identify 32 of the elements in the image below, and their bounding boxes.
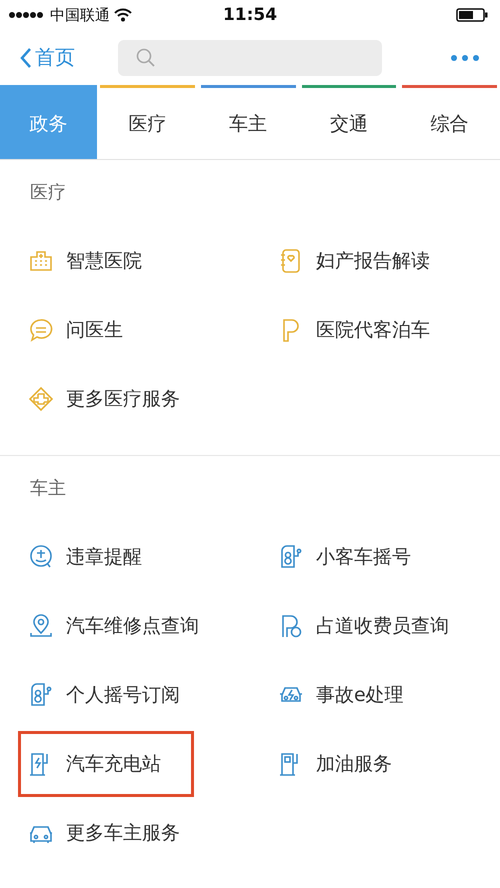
service-item[interactable]: 妇产报告解读 — [250, 226, 500, 295]
carrier-name: 中国联通 — [50, 6, 110, 24]
service-item[interactable]: 占道收费员查询 — [250, 591, 500, 660]
wifi-icon — [114, 8, 132, 22]
service-item[interactable]: 汽车维修点查询 — [0, 591, 250, 660]
section-title: 医疗 — [29, 181, 67, 205]
battery-icon — [456, 8, 488, 22]
service-item[interactable]: 违章提醒 — [0, 522, 250, 591]
back-chevron-icon — [20, 46, 32, 68]
service-item[interactable]: 个人摇号订阅 — [0, 660, 250, 729]
signal-icon — [8, 10, 46, 20]
tab[interactable]: 综合 — [402, 85, 497, 159]
location-pin-icon — [28, 612, 54, 638]
service-item[interactable]: 汽车充电站 — [0, 729, 250, 798]
tab[interactable]: 交通 — [302, 85, 396, 159]
service-item[interactable]: 小客车摇号 — [250, 522, 500, 591]
service-item[interactable]: 医院代客泊车 — [250, 295, 500, 364]
more-icon[interactable] — [450, 54, 480, 62]
plus-diamond-icon — [28, 386, 54, 412]
service-item[interactable]: 更多车主服务 — [0, 798, 250, 867]
status-time: 11:54 — [222, 5, 278, 25]
service-item[interactable]: 智慧医院 — [0, 226, 250, 295]
service-item[interactable]: 更多医疗服务 — [0, 364, 250, 433]
search-icon — [136, 48, 156, 68]
tab[interactable]: 车主 — [200, 85, 296, 159]
search-field[interactable] — [118, 40, 382, 76]
chat-bubble-icon — [28, 316, 54, 342]
service-item[interactable]: 事故e处理 — [250, 660, 500, 729]
section-title: 车主 — [29, 477, 67, 501]
tab[interactable]: 医疗 — [100, 85, 195, 159]
service-item[interactable]: 加油服务 — [250, 729, 500, 798]
service-item[interactable]: 问医生 — [0, 295, 250, 364]
